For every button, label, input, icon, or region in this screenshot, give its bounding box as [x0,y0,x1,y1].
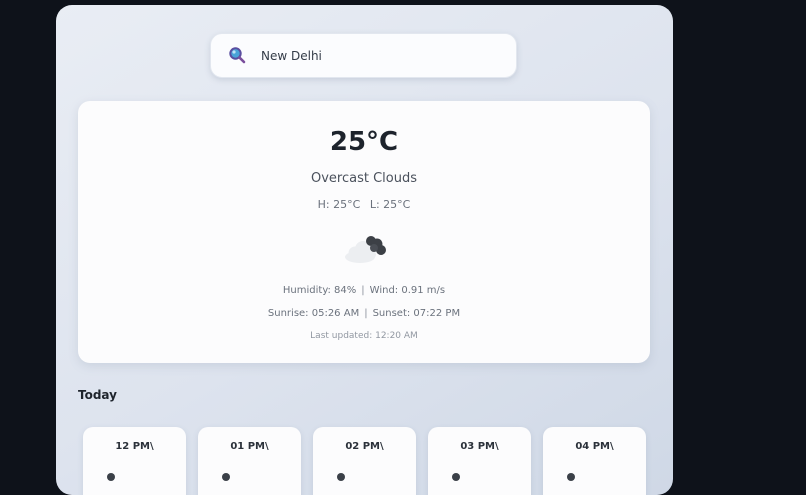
weather-icon [452,473,460,481]
sunset-value: Sunset: 07:22 PM [372,308,461,319]
weather-icon [567,473,575,481]
hourly-forecast-card[interactable]: 02 PM\ [313,427,416,495]
sunrise-value: Sunrise: 05:26 AM [267,308,360,319]
wind-value: Wind: 0.91 m/s [369,285,446,296]
current-weather-card: 25°C Overcast Clouds H: 25°C L: 25°C Hum… [78,101,650,363]
weather-icon [222,473,230,481]
weather-icon [337,473,345,481]
overcast-clouds-icon [345,236,386,263]
high-temperature: H: 25°C [317,198,361,211]
weather-condition: Overcast Clouds [310,171,417,186]
hour-time: 12 PM\ [115,441,154,452]
hour-time: 03 PM\ [460,441,499,452]
high-low-temperature: H: 25°C L: 25°C [78,198,650,211]
weather-icon [107,473,115,481]
current-temperature: 25°C [329,127,399,157]
hourly-forecast-card[interactable]: 04 PM\ [543,427,646,495]
search-icon[interactable] [228,46,246,64]
separator: | [361,285,365,296]
hourly-forecast-card[interactable]: 12 PM\ [83,427,186,495]
today-section-title: Today [78,388,117,402]
hour-time: 02 PM\ [345,441,384,452]
hour-time: 04 PM\ [575,441,614,452]
search-bar[interactable] [210,33,517,78]
last-updated: Last updated: 12:20 AM [310,331,418,341]
search-input[interactable] [261,46,501,66]
low-temperature: L: 25°C [369,198,411,211]
hour-time: 01 PM\ [230,441,269,452]
hourly-forecast-card[interactable]: 03 PM\ [428,427,531,495]
hourly-forecast-card[interactable]: 01 PM\ [198,427,301,495]
sunrise-sunset-row: Sunrise: 05:26 AM | Sunset: 07:22 PM [78,308,650,319]
humidity-value: Humidity: 84% [282,285,357,296]
weather-app-panel: 25°C Overcast Clouds H: 25°C L: 25°C Hum… [56,5,673,495]
humidity-wind-row: Humidity: 84% | Wind: 0.91 m/s [78,285,650,296]
separator: | [364,308,368,319]
